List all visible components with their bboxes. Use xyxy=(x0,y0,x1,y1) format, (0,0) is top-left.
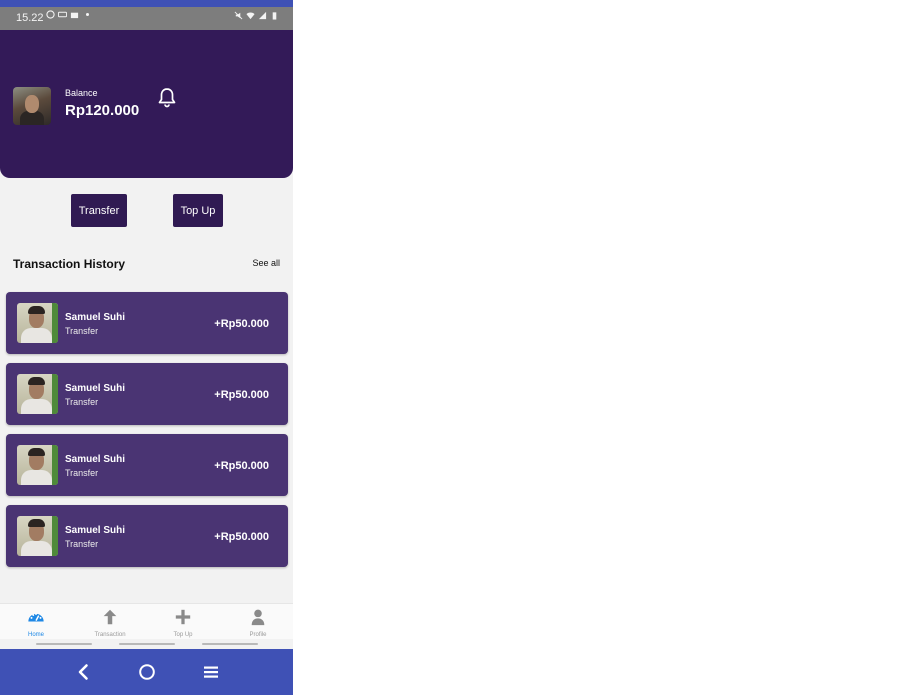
transaction-history-title: Transaction History xyxy=(13,257,126,271)
transaction-name: Samuel Suhi xyxy=(65,525,126,536)
nav-label-top-up: Top Up xyxy=(173,632,193,638)
status-time: 15.22 xyxy=(16,12,44,24)
transaction-avatar xyxy=(17,303,58,343)
person-icon xyxy=(251,609,265,626)
nav-label-profile: Profile xyxy=(249,632,267,638)
whatsapp-icon xyxy=(46,10,55,19)
transaction-amount: +Rp50.000 xyxy=(214,318,269,330)
gesture-line xyxy=(36,643,92,645)
avatar-hair xyxy=(28,519,45,527)
transaction-amount: +Rp50.000 xyxy=(214,460,269,472)
transaction-type: Transfer xyxy=(65,468,99,478)
nav-label-home: Home xyxy=(27,632,44,638)
transaction-list: Samuel Suhi Transfer +Rp50.000 Samuel Su… xyxy=(6,292,288,576)
bottom-nav: Home Transaction Top Up Profile xyxy=(0,603,293,640)
dashboard-icon xyxy=(28,612,44,622)
balance-value: Rp120.000 xyxy=(65,102,140,119)
transaction-item[interactable]: Samuel Suhi Transfer +Rp50.000 xyxy=(6,434,288,496)
transaction-amount: +Rp50.000 xyxy=(214,531,269,543)
mute-icon xyxy=(234,11,243,20)
avatar-background xyxy=(52,516,58,556)
status-left-icons xyxy=(46,10,89,19)
transaction-type: Transfer xyxy=(65,539,99,549)
nav-item-transaction[interactable]: Transaction xyxy=(75,608,145,638)
bag-icon xyxy=(70,12,79,19)
gesture-line xyxy=(119,643,175,645)
status-right-icons xyxy=(234,11,279,20)
home-circle-icon[interactable] xyxy=(137,662,157,682)
avatar-hair xyxy=(28,377,45,385)
avatar-shirt xyxy=(21,328,52,343)
signal-icon xyxy=(258,11,267,20)
see-all-link[interactable]: See all xyxy=(252,258,280,268)
nav-label-transaction: Transaction xyxy=(94,632,126,638)
avatar-background xyxy=(52,374,58,414)
arrow-up-icon xyxy=(103,609,117,625)
dot-icon xyxy=(86,13,89,16)
balance-header: Balance Rp120.000 xyxy=(0,30,293,178)
transaction-name: Samuel Suhi xyxy=(65,383,126,394)
avatar-hair xyxy=(28,448,45,456)
avatar-face xyxy=(25,95,39,113)
transaction-item[interactable]: Samuel Suhi Transfer +Rp50.000 xyxy=(6,292,288,354)
nav-item-profile[interactable]: Profile xyxy=(223,608,293,638)
top-accent-bar xyxy=(0,0,293,7)
transfer-button[interactable]: Transfer xyxy=(71,194,127,227)
phone-screen: 15.22 Balance Rp120.000 Transfer Top Up … xyxy=(0,0,293,695)
bell-icon[interactable] xyxy=(155,86,179,110)
avatar-background xyxy=(52,445,58,485)
transaction-item[interactable]: Samuel Suhi Transfer +Rp50.000 xyxy=(6,363,288,425)
transaction-type: Transfer xyxy=(65,397,99,407)
avatar-shirt xyxy=(21,399,52,414)
balance-label: Balance xyxy=(65,88,98,98)
nav-item-top-up[interactable]: Top Up xyxy=(148,608,218,638)
avatar-body xyxy=(20,111,44,125)
back-icon[interactable] xyxy=(74,662,94,682)
wifi-icon xyxy=(246,12,255,20)
avatar[interactable] xyxy=(13,87,51,125)
top-up-button[interactable]: Top Up xyxy=(173,194,223,227)
transaction-amount: +Rp50.000 xyxy=(214,389,269,401)
gesture-bar xyxy=(0,639,293,649)
avatar-shirt xyxy=(21,541,52,556)
transaction-avatar xyxy=(17,374,58,414)
battery-icon xyxy=(272,12,277,20)
avatar-hair xyxy=(28,306,45,314)
transaction-type: Transfer xyxy=(65,326,99,336)
voicemail-icon xyxy=(58,11,67,18)
transaction-avatar xyxy=(17,445,58,485)
avatar-background xyxy=(52,303,58,343)
avatar-shirt xyxy=(21,470,52,485)
status-bar: 15.22 xyxy=(0,7,293,30)
transaction-item[interactable]: Samuel Suhi Transfer +Rp50.000 xyxy=(6,505,288,567)
system-navigation-bar xyxy=(0,649,293,695)
gesture-line xyxy=(202,643,258,645)
transaction-name: Samuel Suhi xyxy=(65,312,126,323)
transaction-name: Samuel Suhi xyxy=(65,454,126,465)
transaction-avatar xyxy=(17,516,58,556)
plus-icon xyxy=(175,609,191,625)
recent-apps-icon[interactable] xyxy=(201,662,221,682)
nav-item-home[interactable]: Home xyxy=(1,608,71,638)
